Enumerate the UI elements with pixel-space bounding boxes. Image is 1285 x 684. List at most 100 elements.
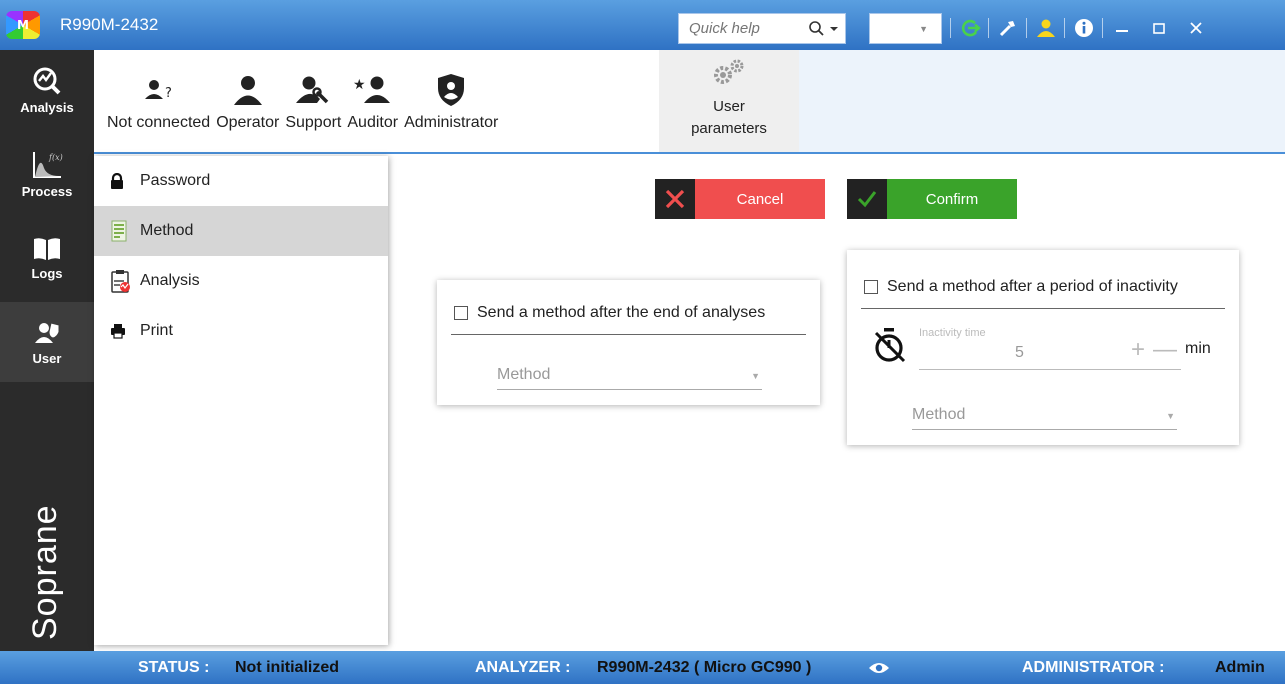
quick-help-box[interactable]	[678, 13, 846, 44]
cancel-button-label: Cancel	[695, 179, 825, 219]
confirm-button[interactable]: Confirm	[847, 179, 1017, 219]
end-of-analyses-option[interactable]: Send a method after the end of analyses	[454, 304, 765, 322]
gears-icon	[714, 59, 744, 84]
sidebar-item-password[interactable]: Password	[94, 156, 388, 206]
inactivity-time-value: 5	[1015, 344, 1024, 361]
user-parameters-button[interactable]: User parameters	[659, 50, 799, 152]
divider	[861, 308, 1225, 309]
increment-button[interactable]: +	[1131, 336, 1145, 364]
end-method-dropdown[interactable]: Method ▼	[497, 360, 762, 390]
chevron-down-icon: ▼	[919, 24, 928, 34]
svg-text:?: ?	[165, 86, 172, 101]
decrement-button[interactable]: —	[1153, 336, 1177, 364]
role-key: ADMINISTRATOR :	[1022, 659, 1165, 676]
status-bar: STATUS : Not initialized ANALYZER : R990…	[0, 651, 1285, 684]
tools-icon[interactable]	[989, 10, 1026, 46]
profile-label: Support	[285, 114, 342, 131]
inactivity-option[interactable]: Send a method after a period of inactivi…	[864, 278, 1178, 296]
toolbar-combobox[interactable]: ▼	[869, 13, 942, 44]
process-icon: f(x)	[33, 151, 63, 178]
logs-icon	[34, 237, 60, 260]
inactivity-method-dropdown-value: Method	[912, 405, 966, 423]
profile-administrator-button[interactable]: Administrator	[401, 50, 501, 152]
cancel-button[interactable]: Cancel	[655, 179, 825, 219]
sidebar-item-analysis[interactable]: Analysis	[94, 256, 388, 306]
info-icon[interactable]	[1065, 10, 1102, 46]
app-logo: M	[0, 0, 46, 50]
user-wrench-icon	[296, 76, 329, 104]
method-icon	[111, 220, 127, 242]
user-parameters-label-line2: parameters	[691, 120, 767, 137]
profile-not-connected-button[interactable]: ? Not connected	[104, 50, 213, 152]
eye-icon[interactable]	[868, 661, 890, 675]
rail-item-analysis[interactable]: Analysis	[0, 50, 94, 130]
check-icon	[857, 191, 877, 208]
chevron-down-icon: ▼	[751, 371, 760, 381]
brand-logo-text: Soprane	[26, 504, 64, 640]
user-icon	[233, 76, 262, 105]
inactivity-unit: min	[1185, 340, 1211, 357]
status-key: STATUS :	[138, 659, 210, 676]
chevron-down-icon: ▼	[1166, 411, 1175, 421]
svg-text:★: ★	[353, 77, 366, 93]
end-of-analyses-card: Send a method after the end of analyses …	[437, 280, 820, 405]
title-bar: M R990M-2432 ▼	[0, 0, 1285, 50]
analyzer-key: ANALYZER :	[475, 659, 571, 676]
quick-help-input[interactable]	[689, 20, 789, 37]
settings-sidebar: Password Method Analysis Print	[94, 156, 388, 645]
user-group-icon	[35, 321, 60, 343]
toolbar-filler	[799, 50, 1285, 152]
rail-item-logs[interactable]: Logs	[0, 218, 94, 298]
chevron-down-icon[interactable]	[829, 25, 839, 33]
inactivity-card: Send a method after a period of inactivi…	[847, 250, 1239, 445]
inactivity-label: Send a method after a period of inactivi…	[887, 278, 1178, 295]
sidebar-item-label: Password	[140, 172, 211, 189]
user-star-icon: ★	[353, 76, 390, 103]
search-icon[interactable]	[808, 20, 825, 37]
user-profile-toolbar: ? Not connected Operator Support ★ Audit…	[94, 50, 1285, 154]
inactivity-method-dropdown[interactable]: Method ▼	[912, 400, 1177, 430]
end-method-dropdown-value: Method	[497, 365, 551, 383]
sidebar-item-label: Method	[140, 222, 194, 239]
profile-label: Operator	[216, 114, 280, 131]
rail-item-label: Process	[21, 183, 73, 199]
app-logo-icon: M	[6, 11, 40, 39]
profile-support-button[interactable]: Support	[282, 50, 344, 152]
minimize-icon[interactable]	[1103, 10, 1140, 46]
printer-icon	[111, 324, 125, 339]
refresh-icon[interactable]	[951, 10, 988, 46]
close-icon	[665, 189, 685, 209]
close-icon[interactable]	[1177, 10, 1214, 46]
rail-item-label: User	[32, 350, 62, 366]
clipboard-chart-icon	[111, 270, 130, 293]
sidebar-item-method[interactable]: Method	[94, 206, 388, 256]
confirm-button-label: Confirm	[887, 179, 1017, 219]
lock-icon	[111, 173, 123, 189]
role-value: Admin	[1215, 659, 1265, 676]
user-icon[interactable]	[1027, 10, 1064, 46]
sidebar-item-label: Analysis	[140, 272, 200, 289]
stopwatch-off-icon	[874, 328, 906, 363]
profile-operator-button[interactable]: Operator	[213, 50, 282, 152]
user-unknown-icon: ?	[144, 80, 172, 101]
end-of-analyses-checkbox[interactable]	[454, 306, 468, 320]
rail-item-label: Logs	[31, 265, 63, 281]
analysis-icon	[33, 67, 61, 94]
end-of-analyses-label: Send a method after the end of analyses	[477, 304, 766, 321]
maximize-icon[interactable]	[1140, 10, 1177, 46]
inactivity-checkbox[interactable]	[864, 280, 878, 294]
divider	[451, 334, 806, 335]
rail-item-user[interactable]: User	[0, 302, 94, 382]
user-shield-icon	[438, 74, 465, 106]
window-title: R990M-2432	[60, 15, 159, 34]
svg-text:f(x): f(x)	[48, 153, 63, 162]
status-value: Not initialized	[235, 659, 339, 676]
rail-item-process[interactable]: f(x) Process	[0, 134, 94, 214]
sidebar-item-print[interactable]: Print	[94, 306, 388, 356]
profile-label: Administrator	[404, 114, 499, 131]
brand-area: Soprane	[0, 440, 94, 650]
profile-label: Auditor	[347, 114, 399, 131]
rail-item-label: Analysis	[20, 99, 74, 115]
profile-auditor-button[interactable]: ★ Auditor	[344, 50, 401, 152]
profile-label: Not connected	[107, 114, 211, 131]
